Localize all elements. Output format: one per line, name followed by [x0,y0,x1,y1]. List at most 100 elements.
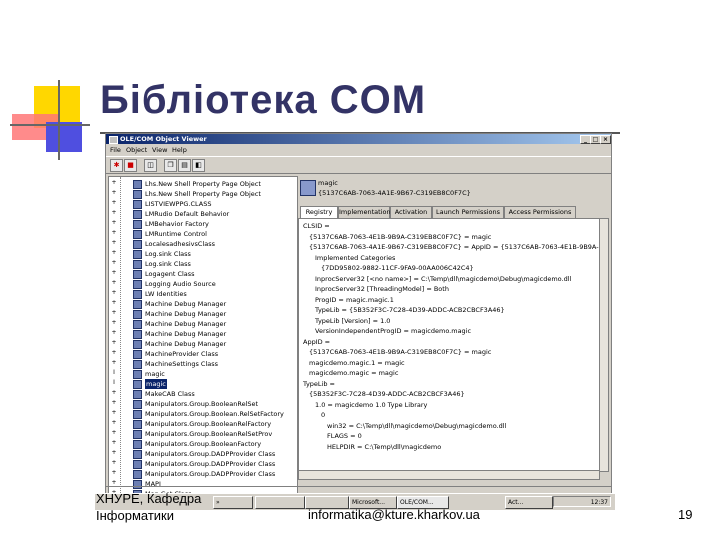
details-pane: magic {5137C6AB-7063-4A1E-9B67-C319EB8C0… [298,176,609,494]
expand-icon[interactable]: + [111,390,117,396]
expand-icon[interactable]: + [111,350,117,356]
tree-item[interactable]: + LW Identities [109,289,297,299]
close-button[interactable]: × [600,135,611,144]
tree-item[interactable]: + Lhs.New Shell Property Page Object [109,189,297,199]
registry-vertical-scrollbar[interactable] [599,218,609,472]
expand-icon[interactable]: + [111,250,117,256]
class-icon [133,390,142,399]
expand-icon[interactable]: + [111,410,117,416]
expand-icon[interactable]: + [111,280,117,286]
tree-item[interactable]: + Machine Debug Manager [109,329,297,339]
class-icon [133,340,142,349]
tree-item-label: Lhs.New Shell Property Page Object [145,190,261,198]
expand-icon[interactable]: + [111,230,117,236]
tree-item[interactable]: + LMRudio Default Behavior [109,209,297,219]
tree-item[interactable]: + Lhs.New Shell Property Page Object [109,179,297,189]
expand-icon[interactable]: I [111,380,117,386]
tree-item[interactable]: + MakeCAB Class [109,389,297,399]
tree-item[interactable]: Imagic [109,379,297,389]
menu-file[interactable]: File [110,146,121,154]
registry-line: TypeLib [Version] = 1.0 [315,316,391,325]
tab-registry[interactable]: Registry [300,206,338,218]
object-tree[interactable]: + Lhs.New Shell Property Page Object + Lhs.… [108,176,298,496]
tree-icon[interactable]: ▤ [178,159,191,172]
tree-item[interactable]: + Machine Debug Manager [109,299,297,309]
tree-item[interactable]: + Logging Audio Source [109,279,297,289]
expand-icon[interactable]: + [111,320,117,326]
expand-icon[interactable]: + [111,360,117,366]
expand-icon[interactable]: + [111,460,117,466]
tab-implementation[interactable]: Implementation [338,206,391,218]
registry-view[interactable]: CLSID = {5137C6AB-7063-4E1B-9B9A-C319EB8C… [298,218,600,472]
connect-icon[interactable]: ✱ [110,159,123,172]
expand-icon[interactable]: + [111,240,117,246]
expand-icon[interactable]: + [111,470,117,476]
tree-item[interactable]: + MachineProvider Class [109,349,297,359]
expand-icon[interactable]: + [111,310,117,316]
expand-icon[interactable]: + [111,270,117,276]
tree-item[interactable]: + Machine Debug Manager [109,319,297,329]
tree-item[interactable]: + Manipulators.Group.DADPProvider Class [109,459,297,469]
class-icon [133,290,142,299]
tree-item[interactable]: + Logagent Class [109,269,297,279]
tab-access-permissions[interactable]: Access Permissions [504,206,576,218]
tree-item[interactable]: + Manipulators.Group.BooleanRelSetProv [109,429,297,439]
expand-icon[interactable]: + [111,260,117,266]
tree-item[interactable]: + Machine Debug Manager [109,339,297,349]
taskbar-button[interactable]: » [213,496,253,509]
taskbar-button-active-app[interactable]: Act... [505,496,553,509]
taskbar-button[interactable] [255,496,305,509]
class-icon [133,430,142,439]
tree-item[interactable]: + Log.sink Class [109,249,297,259]
tree-item[interactable]: + LMRuntime Control [109,229,297,239]
expand-icon[interactable]: + [111,200,117,206]
menu-help[interactable]: Help [172,146,187,154]
expand-icon[interactable]: + [111,290,117,296]
tree-item-label: Machine Debug Manager [145,330,227,338]
expand-icon[interactable]: + [111,340,117,346]
menu-view[interactable]: View [152,146,167,154]
tree-item[interactable]: + MachineSettings Class [109,359,297,369]
tree-item[interactable]: + Log.sink Class [109,259,297,269]
expand-icon[interactable]: + [111,440,117,446]
expand-icon[interactable]: + [111,450,117,456]
registry-line: {5137C6AB-7063-4A1E-9B67-C319EB8C0F7C} =… [309,243,599,251]
tree-item-label: Manipulators.Group.Boolean.RelSetFactory [145,410,284,418]
tree-item[interactable]: + LocalesadhesivsClass [109,239,297,249]
expand-icon[interactable]: + [111,400,117,406]
menu-object[interactable]: Object [126,146,147,154]
tree-item[interactable]: + Manipulators.Group.DADPProvider Class [109,449,297,459]
expand-icon[interactable]: + [111,330,117,336]
tree-item[interactable]: + LMBehavior Factory [109,219,297,229]
tree-item[interactable]: + Manipulators.Group.DADPProvider Class [109,469,297,479]
tree-item[interactable]: + LISTVIEWPPG.CLASS [109,199,297,209]
expand-icon[interactable]: + [111,210,117,216]
tree-item[interactable]: + Manipulators.Group.Boolean.RelSetFactor… [109,409,297,419]
copy-icon[interactable]: ❐ [164,159,177,172]
expand-icon[interactable]: + [111,220,117,226]
expand-icon[interactable]: I [111,370,117,376]
tree-item-label: Manipulators.Group.DADPProvider Class [145,450,276,458]
tree-item[interactable]: + Manipulators.Group.BooleanFactory [109,439,297,449]
tab-launch-permissions[interactable]: Launch Permissions [432,206,504,218]
tree-item[interactable]: + Manipulators.Group.BooleanRelSet [109,399,297,409]
window-titlebar[interactable]: OLE/COM Object Viewer _ □ × [106,134,611,144]
expand-icon[interactable]: + [111,300,117,306]
tree-item[interactable]: + Manipulators.Group.BooleanRelFactory [109,419,297,429]
registry-horizontal-scrollbar[interactable] [298,470,600,480]
expand-icon[interactable]: + [111,430,117,436]
object-icon[interactable]: ■ [124,159,137,172]
expand-icon[interactable]: + [111,420,117,426]
expand-icon[interactable]: + [111,180,117,186]
tree-item[interactable]: + Machine Debug Manager [109,309,297,319]
tree-item-label: Manipulators.Group.BooleanRelFactory [145,420,272,428]
system-tray-clock: 12:37 [553,496,611,507]
deco-vertical-line [58,80,60,160]
interface-icon[interactable]: ◧ [192,159,205,172]
tree-item[interactable]: Imagic [109,369,297,379]
app-icon [109,136,118,144]
view-icon[interactable]: ◫ [144,159,157,172]
tab-activation[interactable]: Activation [390,206,432,218]
registry-line: magicdemo.magic.1 = magic [309,358,405,367]
expand-icon[interactable]: + [111,190,117,196]
